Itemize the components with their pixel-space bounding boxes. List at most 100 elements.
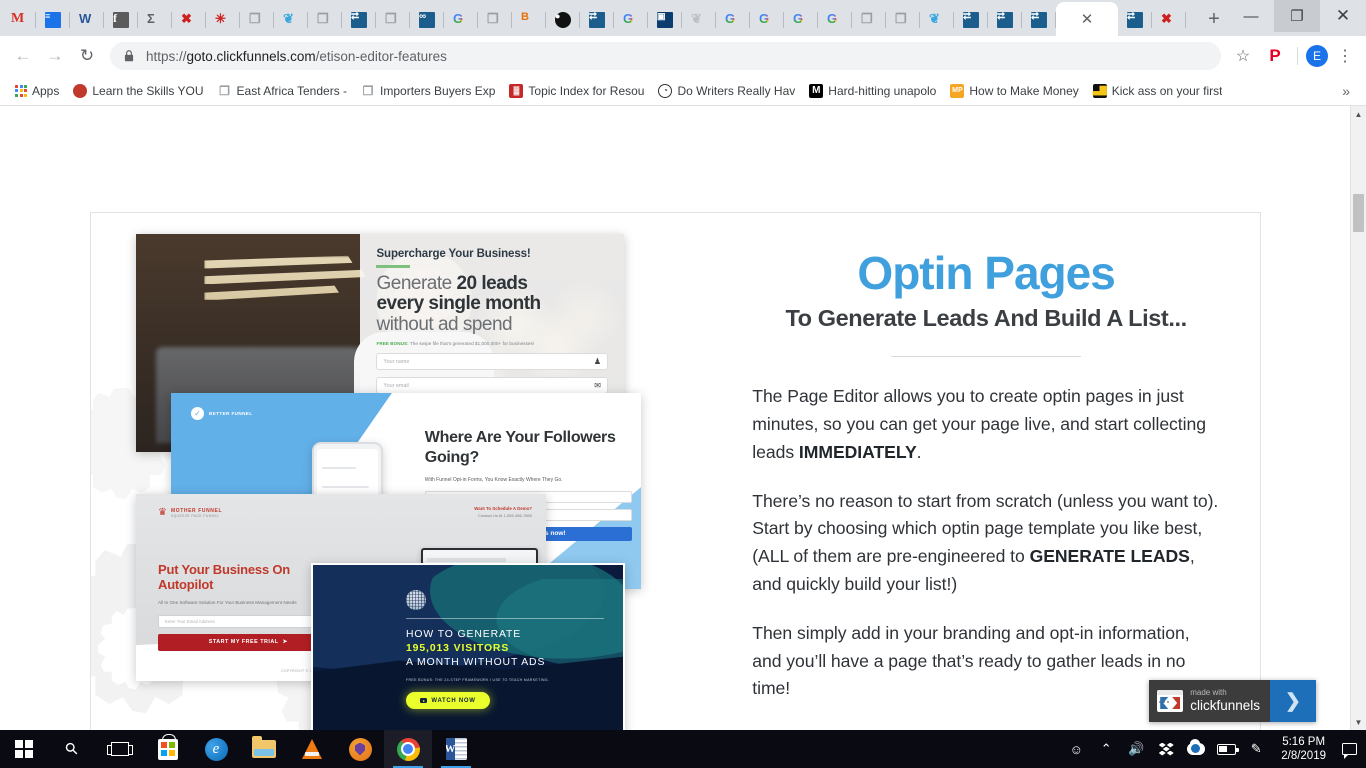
active-tab[interactable]: ✕	[1056, 2, 1118, 36]
profile-avatar[interactable]: E	[1306, 45, 1328, 67]
figure-tab[interactable]: ✳	[206, 3, 240, 36]
minimize-button[interactable]: —	[1228, 0, 1274, 32]
onedrive-icon[interactable]	[1181, 730, 1211, 768]
octopus-tab-2[interactable]: ❦	[920, 3, 954, 36]
play-icon	[420, 698, 428, 704]
bookmark-item-7[interactable]: ▃▇ Kick ass on your first	[1086, 82, 1230, 100]
clickfunnels-tab-1[interactable]: ⮂	[342, 3, 376, 36]
google-tab-7[interactable]: G	[1186, 3, 1194, 36]
page-scrollbar[interactable]: ▲ ▼	[1350, 106, 1366, 730]
apps-shortcut[interactable]: Apps	[8, 82, 66, 100]
dropbox-icon[interactable]	[1151, 730, 1181, 768]
page-tab-2[interactable]: ❐	[308, 3, 342, 36]
title-divider	[891, 356, 1082, 358]
gmail-tab[interactable]: M	[2, 3, 36, 36]
volume-icon[interactable]: 🔊	[1121, 730, 1151, 768]
red-tab-2[interactable]: ✖	[1152, 3, 1186, 36]
webinar-watch-button[interactable]: WATCH NOW	[406, 692, 490, 710]
vlc-button[interactable]	[288, 730, 336, 768]
scroll-down-button[interactable]: ▼	[1351, 714, 1366, 730]
avast-shield-icon	[348, 737, 372, 761]
optin-name-field[interactable]: Your name ♟	[376, 353, 608, 371]
restore-button[interactable]: ❐	[1274, 0, 1320, 32]
followers-body: With Funnel Opt-in Forms, You Know Exact…	[424, 477, 563, 484]
notifications-button[interactable]	[1336, 730, 1362, 768]
clickfunnels-tab-3[interactable]: ⮂	[954, 3, 988, 36]
clickfunnels-tab-4[interactable]: ⮂	[988, 3, 1022, 36]
pen-icon[interactable]: ✎	[1241, 730, 1271, 768]
apps-grid-icon	[15, 84, 27, 97]
clickfunnels-icon: ⮂	[1127, 11, 1143, 28]
start-button[interactable]	[0, 730, 48, 768]
google-tab-2[interactable]: G	[614, 3, 648, 36]
badge-arrow-button[interactable]: ❯	[1270, 680, 1316, 722]
gray-octopus-tab[interactable]: ❦	[682, 3, 716, 36]
close-tab-button[interactable]: ✕	[1081, 12, 1094, 27]
clickfunnels-tab-2[interactable]: ⮂	[580, 3, 614, 36]
back-button[interactable]: ←	[8, 41, 38, 71]
pinterest-extension-icon[interactable]: P	[1261, 46, 1289, 66]
chrome-menu-button[interactable]: ⋮	[1332, 46, 1358, 66]
optin-headline: Generate 20 leads every single month witho…	[376, 273, 608, 336]
file-explorer-button[interactable]	[240, 730, 288, 768]
page-tab-6[interactable]: ❐	[886, 3, 920, 36]
bigspy-tab[interactable]: B	[512, 3, 546, 36]
clickfunnels-badge[interactable]: made with clickfunnels ❯	[1149, 680, 1316, 722]
battery-icon[interactable]	[1211, 730, 1241, 768]
reload-button[interactable]: ↻	[72, 41, 102, 71]
avast-button[interactable]	[336, 730, 384, 768]
octopus-tab-1[interactable]: ❦	[274, 3, 308, 36]
clickfunnels-icon: ⮂	[1031, 11, 1047, 28]
edge-button[interactable]: e	[192, 730, 240, 768]
bookmarks-overflow-button[interactable]: »	[1334, 83, 1358, 99]
docs-tab[interactable]: ≡	[36, 3, 70, 36]
google-tab-4[interactable]: G	[750, 3, 784, 36]
facebook-tab[interactable]: f	[104, 3, 138, 36]
google-tab-5[interactable]: G	[784, 3, 818, 36]
microsoft-store-button[interactable]	[144, 730, 192, 768]
clickfunnels-tab-5[interactable]: ⮂	[1022, 3, 1056, 36]
google-tab-1[interactable]: G	[444, 3, 478, 36]
google-tab-6[interactable]: G	[818, 3, 852, 36]
page-tab-4[interactable]: ❐	[478, 3, 512, 36]
bookmark-item-6[interactable]: MP How to Make Money	[943, 82, 1085, 100]
ninja-tab[interactable]: ●	[546, 3, 580, 36]
close-window-button[interactable]: ✕	[1320, 0, 1366, 32]
search-button[interactable]: ⚲	[48, 730, 96, 768]
address-bar[interactable]: https://goto.clickfunnels.com/etison-edi…	[110, 42, 1221, 70]
forward-button[interactable]: →	[40, 41, 70, 71]
bookmark-item-1[interactable]: ❐ East Africa Tenders -	[211, 82, 355, 100]
page-viewport: Supercharge Your Business! Generate 20 l…	[0, 106, 1366, 730]
word-icon: W	[445, 738, 467, 760]
page-icon: ❐	[317, 10, 329, 26]
task-view-button[interactable]	[96, 730, 144, 768]
new-tab-button[interactable]: +	[1200, 5, 1228, 33]
badge-made-with: made with	[1190, 687, 1227, 697]
monitor-tab[interactable]: ▣	[648, 3, 682, 36]
google-tab-3[interactable]: G	[716, 3, 750, 36]
infinity-tab[interactable]: ∞	[410, 3, 444, 36]
clickfunnels-tab-6[interactable]: ⮂	[1118, 3, 1152, 36]
word-tab[interactable]: W	[70, 3, 104, 36]
word-button[interactable]: W	[432, 730, 480, 768]
scroll-up-button[interactable]: ▲	[1351, 106, 1366, 122]
page-tab-5[interactable]: ❐	[852, 3, 886, 36]
page-icon: ❐	[861, 10, 873, 26]
bookmark-item-0[interactable]: Learn the Skills YOU	[66, 82, 210, 100]
clock[interactable]: 5:16 PM 2/8/2019	[1271, 735, 1336, 764]
bookmark-item-4[interactable]: ◔ Do Writers Really Hav	[651, 82, 802, 100]
bookmark-item-2[interactable]: ❐ Importers Buyers Exp	[354, 82, 502, 100]
red-tab[interactable]: ✖	[172, 3, 206, 36]
chrome-button[interactable]	[384, 730, 432, 768]
paragraph-emphasis: GENERATE LEADS	[1029, 546, 1190, 567]
scrollbar-thumb[interactable]	[1353, 194, 1364, 232]
page-tab-3[interactable]: ❐	[376, 3, 410, 36]
page-tab-1[interactable]: ❐	[240, 3, 274, 36]
people-icon[interactable]: ☺	[1061, 730, 1091, 768]
sigma-tab[interactable]: Σ	[138, 3, 172, 36]
show-hidden-icons-chevron[interactable]: ⌃	[1091, 730, 1121, 768]
bookmark-item-5[interactable]: M Hard-hitting unapolo	[802, 82, 943, 100]
bookmark-item-3[interactable]: ▓ Topic Index for Resou	[502, 82, 651, 100]
optin-email-field[interactable]: Your email ✉	[376, 377, 608, 395]
bookmark-star-icon[interactable]: ☆	[1229, 46, 1257, 66]
